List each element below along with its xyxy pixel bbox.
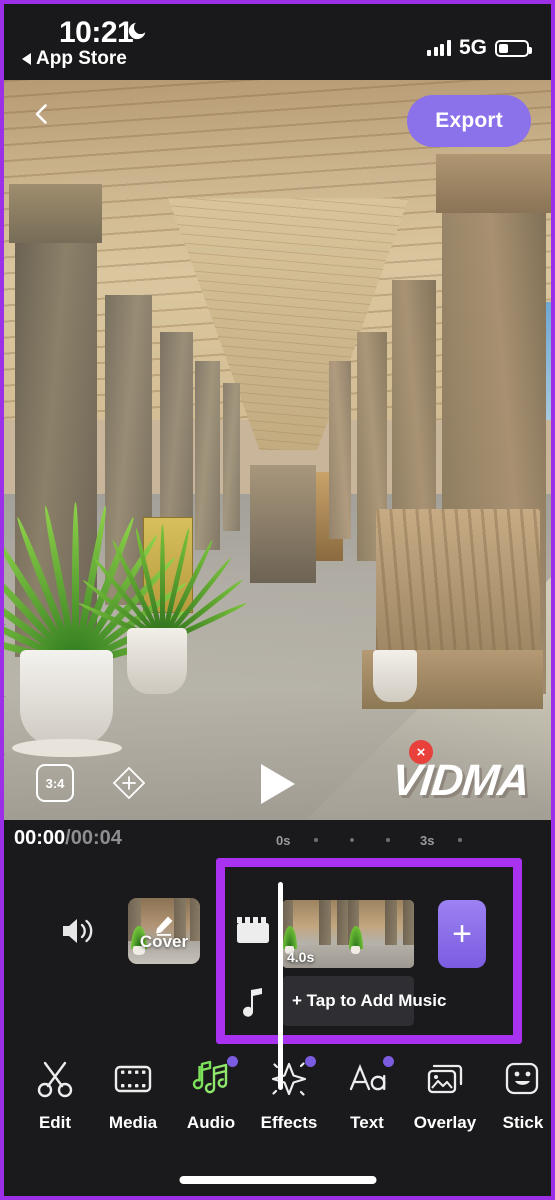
sparkle-star-icon [268,1058,310,1100]
sticker-smiley-icon [502,1058,544,1100]
aspect-ratio-label: 3:4 [45,775,65,791]
ruler-tick-0s: 0s [276,832,291,848]
cover-label: Cover [139,932,189,952]
clip-frame [348,900,414,968]
badge-dot [305,1056,316,1067]
status-time: 10:21 [59,16,134,49]
video-clip[interactable]: 4.0s [282,900,414,968]
film-strip-icon [112,1058,154,1100]
tool-label: Text [350,1113,384,1132]
video-preview[interactable]: Export 3:4 VIDMA × [4,80,551,820]
crop-diamond-icon[interactable] [112,766,146,800]
music-note-icon[interactable] [240,988,266,1020]
badge-dot [383,1056,394,1067]
back-triangle-icon [22,53,31,65]
back-icon[interactable] [30,102,54,126]
current-time: 00:00 [14,827,66,849]
film-clapper-icon[interactable] [236,914,270,944]
moon-icon [128,22,146,40]
status-indicators: 5G [427,36,532,60]
tool-effects[interactable]: Effects [250,1056,328,1133]
clip-duration-label: 4.0s [287,949,315,965]
status-bar: 10:21 App Store 5G [4,4,551,80]
ruler-dot [456,838,492,842]
tool-label: Edit [38,1113,72,1132]
tool-label: Media [108,1113,158,1132]
tool-overlay[interactable]: Overlay [406,1058,484,1133]
timeline-ruler: 0s 3s [276,830,551,850]
vidma-watermark: VIDMA [389,756,532,805]
tool-label: Audio [186,1113,236,1132]
tracks: Cover 4.0s + Tap to Add Music + [4,856,551,1090]
add-music-button[interactable]: + Tap to Add Music [282,976,446,1026]
overlay-image-icon [424,1058,466,1100]
ruler-tick-3s: 3s [420,832,435,848]
speaker-volume-icon[interactable] [60,914,98,948]
playhead[interactable] [278,882,283,1090]
badge-dot [227,1056,238,1067]
add-clip-button[interactable]: + [438,900,486,968]
aspect-ratio-button[interactable]: 3:4 [36,764,74,802]
tool-stickers[interactable]: Stick [484,1058,551,1133]
network-label: 5G [458,36,487,59]
battery-low-icon [495,39,532,57]
tool-label: Stick [502,1113,544,1132]
total-time: /00:04 [65,827,122,849]
back-to-app-store-link[interactable]: App Store [22,48,127,70]
music-notes-icon [190,1058,232,1100]
tool-audio[interactable]: Audio [172,1056,250,1133]
phone-screen: 10:21 App Store 5G Export 3:4 VIDMA × 00… [0,0,555,1200]
tool-media[interactable]: Media [94,1058,172,1133]
export-button[interactable]: Export [407,95,531,147]
tool-label: Overlay [413,1113,477,1132]
timecode-row: 00:00/00:04 0s 3s [4,820,551,856]
watermark-close-icon[interactable]: × [409,740,433,764]
play-icon[interactable] [260,764,295,804]
tool-text[interactable]: Text [328,1056,406,1133]
ruler-dot [384,838,420,842]
scissors-icon [34,1058,76,1100]
tool-edit[interactable]: Edit [16,1058,94,1133]
ruler-dot [312,838,348,842]
signal-bars-icon [427,40,451,56]
ruler-dot [348,838,384,842]
home-indicator [179,1176,376,1184]
tool-label: Effects [260,1113,318,1132]
preview-image [4,80,551,820]
back-app-label: App Store [36,48,127,69]
timecode: 00:00/00:04 [14,827,122,850]
text-aa-icon [346,1058,388,1100]
cover-thumbnail-button[interactable]: Cover [128,898,200,964]
